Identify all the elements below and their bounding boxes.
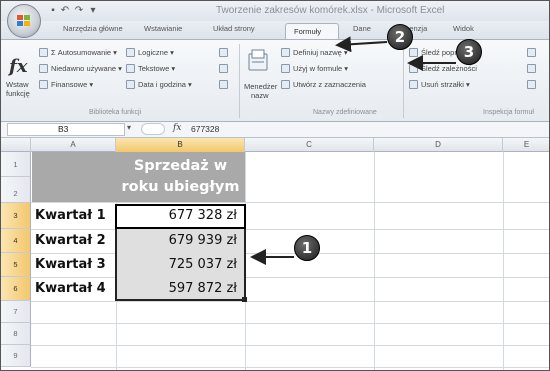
callout-badge-1: 1: [294, 235, 320, 261]
callout-badge-3: 3: [456, 39, 482, 65]
callout-2-arrow: [335, 36, 388, 53]
callout-badge-2: 2: [387, 24, 413, 50]
excel-window: ▪ ↶ ↷ ▾ Tworzenie zakresów komórek.xlsx …: [0, 0, 550, 371]
